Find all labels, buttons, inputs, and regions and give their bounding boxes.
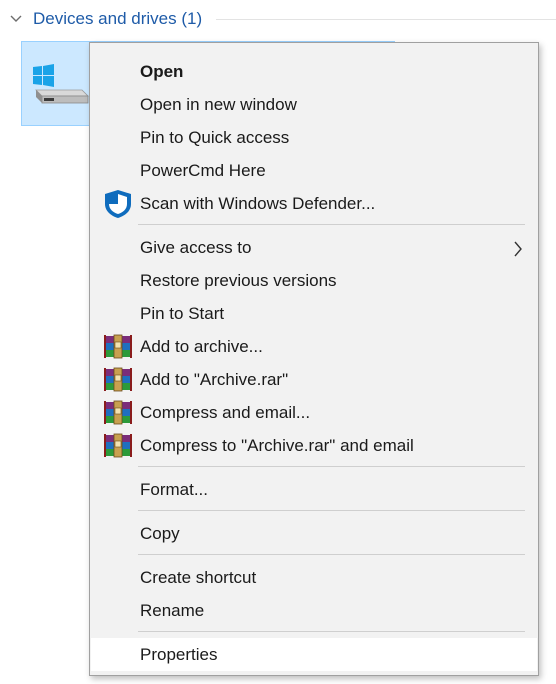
menu-separator	[138, 466, 525, 467]
hard-drive-windows-icon	[33, 64, 89, 104]
menu-item-label: Add to "Archive.rar"	[140, 370, 289, 389]
devices-and-drives-group-header[interactable]: Devices and drives (1)	[0, 0, 556, 40]
menu-separator	[138, 224, 525, 225]
group-divider	[216, 19, 556, 20]
menu-item-compress-to-rar-and-email[interactable]: Compress to "Archive.rar" and email	[91, 429, 537, 462]
menu-item-label: Pin to Quick access	[140, 128, 290, 147]
menu-item-label: Compress and email...	[140, 403, 311, 422]
menu-item-add-to-archive[interactable]: Add to archive...	[91, 330, 537, 363]
menu-item-open[interactable]: Open	[91, 55, 537, 88]
menu-separator	[138, 631, 525, 632]
menu-item-rename[interactable]: Rename	[91, 594, 537, 627]
menu-item-label: Copy	[140, 524, 180, 543]
context-menu: Open Open in new window Pin to Quick acc…	[89, 42, 539, 676]
menu-item-properties[interactable]: Properties	[91, 638, 537, 671]
menu-item-pin-to-start[interactable]: Pin to Start	[91, 297, 537, 330]
group-title: Devices and drives (1)	[33, 9, 203, 28]
menu-separator	[138, 554, 525, 555]
menu-item-label: Open in new window	[140, 95, 297, 114]
menu-item-label: Properties	[140, 645, 218, 664]
menu-item-scan-defender[interactable]: Scan with Windows Defender...	[91, 187, 537, 220]
menu-item-compress-and-email[interactable]: Compress and email...	[91, 396, 537, 429]
menu-separator	[138, 510, 525, 511]
menu-item-create-shortcut[interactable]: Create shortcut	[91, 561, 537, 594]
menu-item-label: Scan with Windows Defender...	[140, 194, 376, 213]
menu-item-powercmd-here[interactable]: PowerCmd Here	[91, 154, 537, 187]
menu-item-restore-previous[interactable]: Restore previous versions	[91, 264, 537, 297]
menu-item-label: Create shortcut	[140, 568, 257, 587]
menu-item-label: Rename	[140, 601, 205, 620]
menu-item-open-new-window[interactable]: Open in new window	[91, 88, 537, 121]
menu-item-label: Restore previous versions	[140, 271, 337, 290]
menu-item-label: Add to archive...	[140, 337, 263, 356]
menu-item-label: PowerCmd Here	[140, 161, 266, 180]
winrar-icon	[104, 433, 132, 458]
menu-item-pin-quick-access[interactable]: Pin to Quick access	[91, 121, 537, 154]
winrar-icon	[104, 400, 132, 425]
chevron-right-icon	[514, 241, 522, 257]
menu-item-format[interactable]: Format...	[91, 473, 537, 506]
windows-defender-shield-icon	[105, 190, 131, 218]
menu-item-label: Give access to	[140, 238, 252, 257]
menu-item-label: Format...	[140, 480, 209, 499]
menu-item-copy[interactable]: Copy	[91, 517, 537, 550]
winrar-icon	[104, 334, 132, 359]
menu-item-label: Pin to Start	[140, 304, 225, 323]
menu-item-add-to-archive-rar[interactable]: Add to "Archive.rar"	[91, 363, 537, 396]
menu-item-label: Compress to "Archive.rar" and email	[140, 436, 414, 455]
menu-item-label: Open	[140, 62, 184, 81]
winrar-icon	[104, 367, 132, 392]
menu-item-give-access[interactable]: Give access to	[91, 231, 537, 264]
chevron-down-icon[interactable]	[9, 12, 23, 26]
